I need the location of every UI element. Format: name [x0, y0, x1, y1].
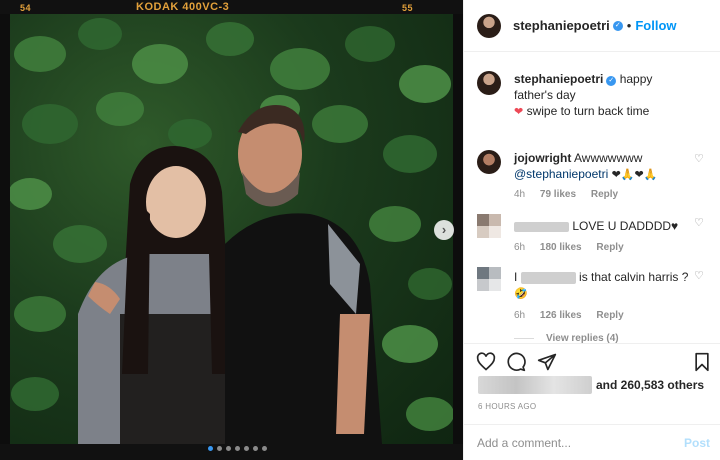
- comment-time[interactable]: 6h: [514, 242, 525, 253]
- red-heart-emoji: ❤: [514, 106, 524, 118]
- comment-text: LOVE U DADDDD♥: [572, 219, 679, 233]
- comment: I is that calvin harris ? 🤣 6h 126 likes…: [464, 267, 720, 343]
- like-heart-icon[interactable]: [476, 352, 496, 372]
- comment-likes[interactable]: 79 likes: [540, 189, 576, 200]
- film-frame-number-left: 54: [20, 3, 32, 13]
- caption-text: stephaniepoetri ✓ happy father's day ❤ sw…: [514, 71, 690, 120]
- caption-line2: swipe to turn back time: [526, 104, 650, 118]
- reply-button[interactable]: Reply: [596, 242, 623, 253]
- comment: jojowright Awwwwwww @stephaniepoetri ❤🙏❤…: [464, 150, 720, 200]
- comment-text: Awwwwwww: [574, 151, 643, 165]
- photo-illustration: [10, 18, 453, 444]
- author-username[interactable]: stephaniepoetri: [513, 18, 610, 33]
- carousel-indicator: [208, 446, 267, 451]
- caption: stephaniepoetri ✓ happy father's day ❤ sw…: [464, 71, 720, 120]
- carousel-next-button[interactable]: ›: [434, 220, 454, 240]
- carousel-dot: [217, 446, 222, 451]
- follow-button[interactable]: Follow: [635, 18, 676, 33]
- carousel-dot: [253, 446, 258, 451]
- reply-button[interactable]: Reply: [591, 189, 618, 200]
- caption-username[interactable]: stephaniepoetri: [514, 72, 603, 86]
- verified-badge-icon: ✓: [606, 76, 617, 86]
- like-comment-heart-icon[interactable]: ♡: [694, 271, 704, 282]
- comment-likes[interactable]: 126 likes: [540, 310, 582, 321]
- caption-avatar[interactable]: [477, 71, 501, 95]
- carousel-dot: [235, 446, 240, 451]
- comment-body: LOVE U DADDDD♥: [514, 214, 690, 234]
- like-comment-heart-icon[interactable]: ♡: [694, 218, 704, 229]
- film-frame-number-right: 55: [402, 3, 414, 13]
- comment-meta: 6h 126 likes Reply: [514, 310, 690, 321]
- add-comment-bar: Add a comment... Post: [464, 424, 720, 460]
- post-timestamp[interactable]: 6 HOURS AGO: [478, 402, 536, 411]
- likes-count-text[interactable]: and 260,583 others: [596, 378, 704, 392]
- post-side-panel: stephaniepoetri ✓ • Follow stephaniepoet…: [463, 0, 720, 460]
- comment-bubble-icon[interactable]: [506, 352, 526, 372]
- post-photo: [10, 14, 453, 444]
- comment-mention[interactable]: @stephaniepoetri: [514, 167, 608, 181]
- post-header: stephaniepoetri ✓ • Follow: [464, 0, 720, 52]
- likes-summary[interactable]: and 260,583 others: [478, 376, 704, 394]
- author-avatar[interactable]: [477, 13, 501, 38]
- header-separator: •: [626, 18, 632, 33]
- post-media[interactable]: 54 KODAK 400VC-3 55 ›: [0, 0, 463, 460]
- add-comment-input[interactable]: Add a comment...: [477, 436, 571, 450]
- comment-text: is that calvin harris ?: [579, 270, 689, 284]
- redacted-username: [520, 271, 576, 284]
- film-brand-label: KODAK 400VC-3: [136, 1, 230, 13]
- comment-time[interactable]: 4h: [514, 189, 525, 200]
- verified-badge-icon: ✓: [612, 20, 623, 31]
- redacted-username-prefix: I: [514, 270, 518, 284]
- comments-list[interactable]: stephaniepoetri ✓ happy father's day ❤ sw…: [464, 53, 720, 343]
- chevron-right-icon: ›: [441, 222, 447, 237]
- redacted-liker-names: [478, 376, 592, 394]
- redacted-username: [514, 221, 569, 232]
- share-send-icon[interactable]: [537, 352, 557, 372]
- replies-divider: [514, 338, 534, 339]
- comment-likes[interactable]: 180 likes: [540, 242, 582, 253]
- carousel-dot: [208, 446, 213, 451]
- reply-button[interactable]: Reply: [596, 310, 623, 321]
- comment: LOVE U DADDDD♥ 6h 180 likes Reply ♡: [464, 214, 720, 253]
- carousel-dot: [244, 446, 249, 451]
- comment-avatar-redacted[interactable]: [477, 214, 501, 238]
- comment-body: jojowright Awwwwwww @stephaniepoetri ❤🙏❤…: [514, 150, 690, 183]
- comment-avatar[interactable]: [477, 150, 501, 174]
- comment-meta: 4h 79 likes Reply: [514, 189, 690, 200]
- comment-username[interactable]: jojowright: [514, 151, 571, 165]
- carousel-dot: [226, 446, 231, 451]
- action-bar: [464, 343, 720, 377]
- view-replies-button[interactable]: View replies (4): [546, 333, 619, 343]
- rofl-emoji: 🤣: [514, 288, 528, 300]
- comment-meta: 6h 180 likes Reply: [514, 242, 690, 253]
- carousel-dot: [262, 446, 267, 451]
- comment-time[interactable]: 6h: [514, 310, 525, 321]
- film-strip-top: 54 KODAK 400VC-3 55: [0, 0, 463, 14]
- like-comment-heart-icon[interactable]: ♡: [694, 154, 704, 165]
- comment-avatar-redacted[interactable]: [477, 267, 501, 291]
- view-replies-row[interactable]: View replies (4): [514, 333, 690, 343]
- comment-body: I is that calvin harris ? 🤣: [514, 267, 690, 302]
- post-comment-button[interactable]: Post: [684, 436, 710, 450]
- comment-emojis: ❤🙏❤🙏: [611, 169, 658, 181]
- save-bookmark-icon[interactable]: [692, 352, 712, 372]
